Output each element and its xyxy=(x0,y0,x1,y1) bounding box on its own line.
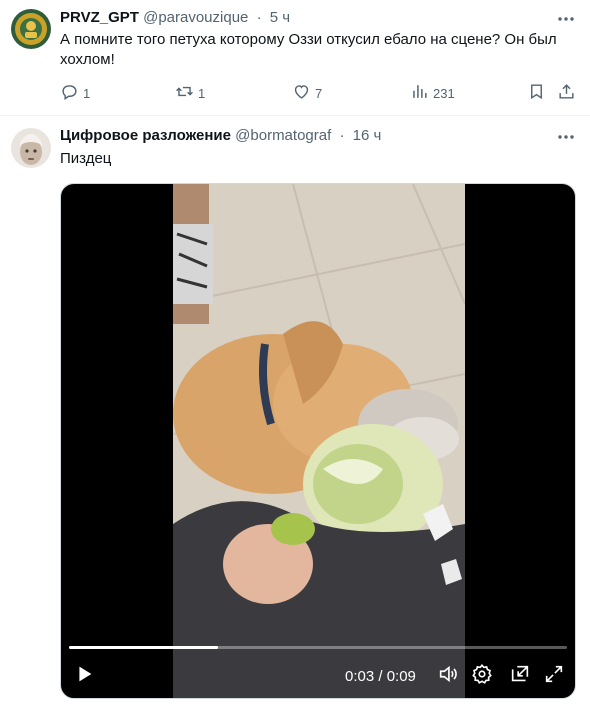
volume-button[interactable] xyxy=(437,664,459,688)
separator: · xyxy=(256,9,262,26)
more-icon[interactable] xyxy=(556,9,576,29)
pip-button[interactable] xyxy=(509,664,531,688)
timestamp[interactable]: 16 ч xyxy=(353,127,382,144)
avatar[interactable] xyxy=(11,9,51,49)
tweet-header: Цифровое разложение @bormatograf · 16 ч xyxy=(60,126,381,146)
volume-icon xyxy=(437,663,459,690)
video-timecode: 0:03 / 0:09 xyxy=(345,667,416,685)
bookmark-button[interactable] xyxy=(527,82,546,104)
reply-button[interactable]: 1 xyxy=(60,82,90,104)
video-progress-fill xyxy=(69,646,219,649)
retweet-icon xyxy=(175,82,194,104)
like-button[interactable]: 7 xyxy=(292,82,322,104)
fullscreen-button[interactable] xyxy=(543,664,565,688)
play-button[interactable] xyxy=(73,664,95,688)
display-name[interactable]: PRVZ_GPT xyxy=(60,9,139,26)
tweet[interactable]: Цифровое разложение @bormatograf · 16 ч … xyxy=(0,117,590,704)
pip-icon xyxy=(509,663,531,690)
user-handle[interactable]: @paravouzique xyxy=(143,9,248,26)
share-icon xyxy=(557,82,576,104)
reply-count: 1 xyxy=(83,85,91,101)
heart-icon xyxy=(292,82,311,104)
views-count: 231 xyxy=(433,85,455,101)
views-icon xyxy=(410,82,429,104)
tweet-header: PRVZ_GPT @paravouzique · 5 ч xyxy=(60,8,290,28)
video-progress-bar[interactable] xyxy=(69,646,567,649)
video-player[interactable]: 0:03 / 0:09 xyxy=(60,183,576,699)
display-name[interactable]: Цифровое разложение xyxy=(60,127,231,144)
retweet-button[interactable]: 1 xyxy=(175,82,205,104)
tweet-text: Пиздец xyxy=(60,150,112,167)
retweet-count: 1 xyxy=(198,85,206,101)
reply-icon xyxy=(60,82,79,104)
more-icon[interactable] xyxy=(556,127,576,147)
user-handle[interactable]: @bormatograf xyxy=(235,127,331,144)
video-frame[interactable] xyxy=(173,184,465,698)
tweet[interactable]: PRVZ_GPT @paravouzique · 5 ч А помните т… xyxy=(0,0,590,116)
timestamp[interactable]: 5 ч xyxy=(270,9,290,26)
separator: · xyxy=(339,127,345,144)
like-count: 7 xyxy=(315,85,323,101)
gear-icon xyxy=(471,663,493,690)
tweet-actions: 1 1 7 231 xyxy=(60,82,580,104)
settings-button[interactable] xyxy=(471,663,493,690)
tweet-text: А помните того петуха которому Оззи отку… xyxy=(60,31,557,68)
views-button[interactable]: 231 xyxy=(410,82,455,104)
bookmark-icon xyxy=(527,82,546,104)
avatar[interactable] xyxy=(11,128,51,168)
play-icon xyxy=(73,663,95,690)
share-button[interactable] xyxy=(557,82,576,104)
fullscreen-icon xyxy=(543,663,565,690)
